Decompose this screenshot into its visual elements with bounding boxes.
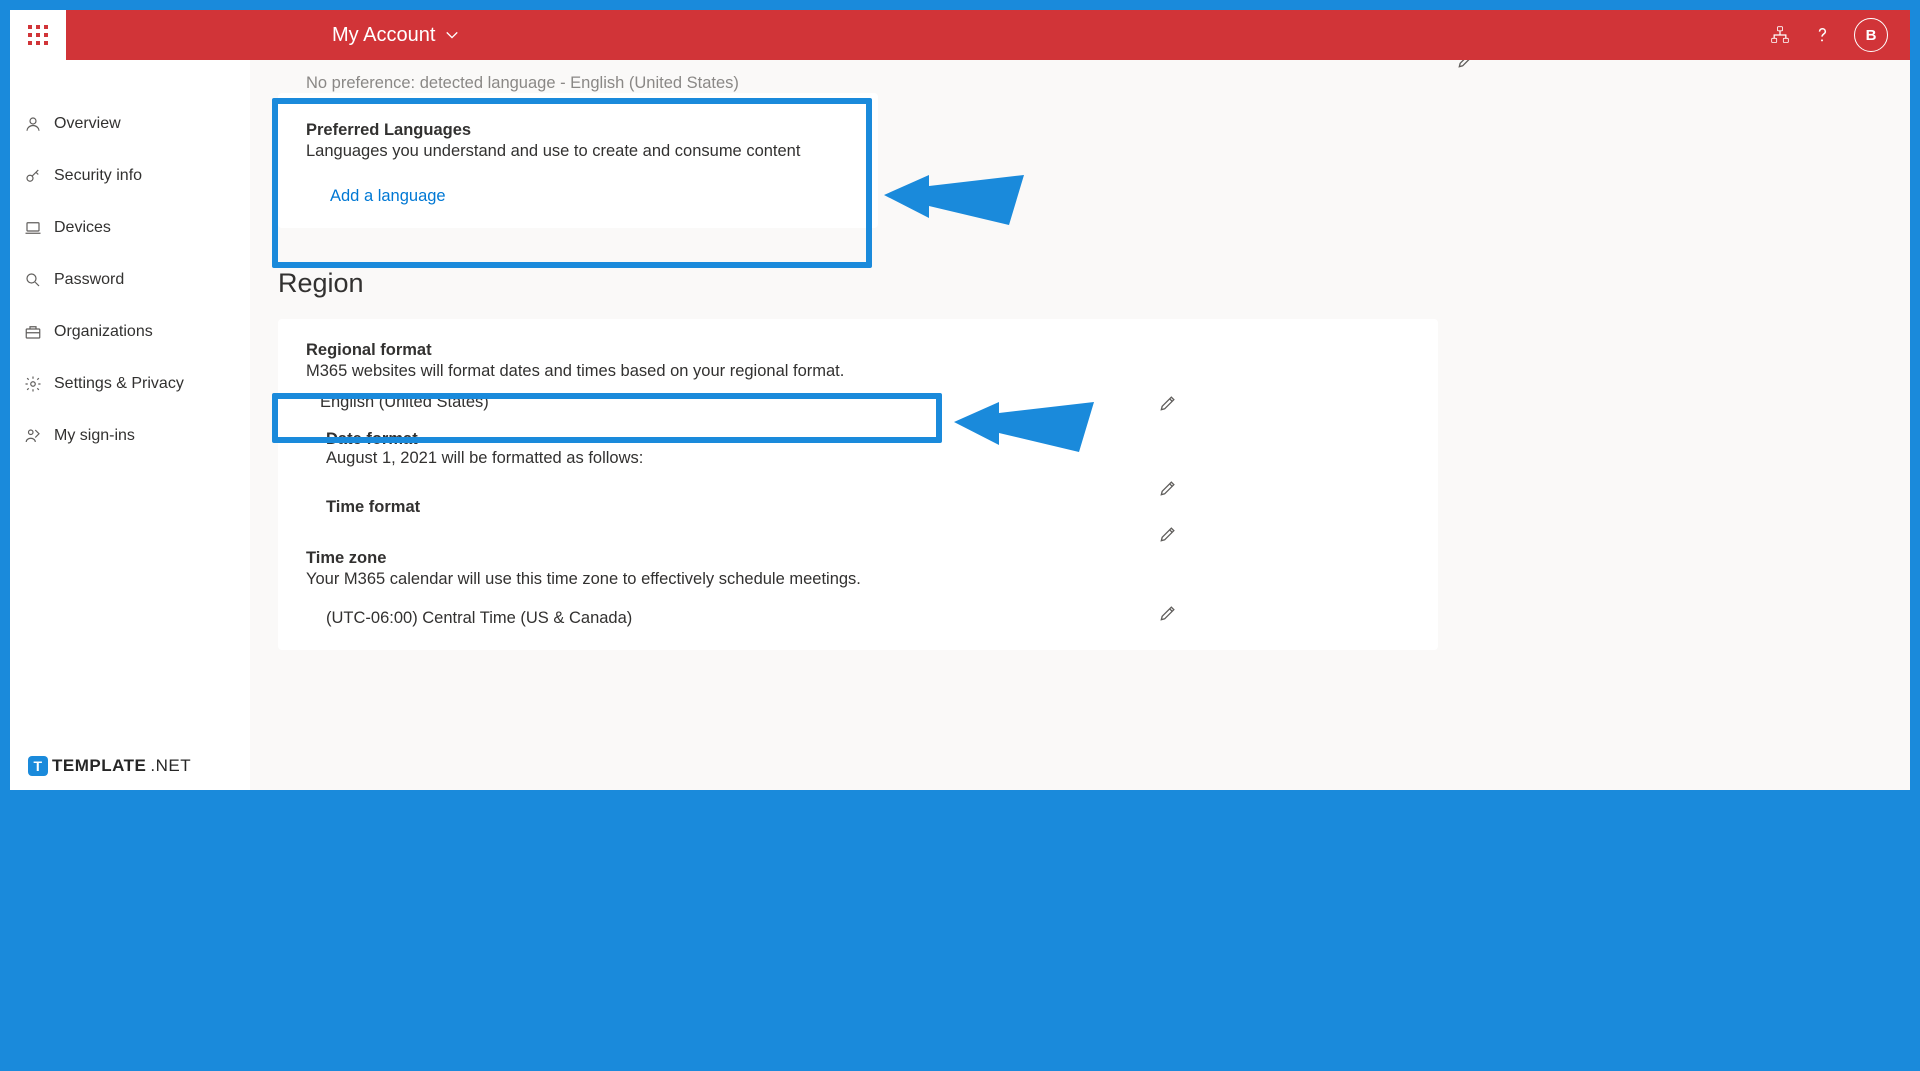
app-header: My Account B bbox=[10, 10, 1910, 60]
preferred-languages-title: Preferred Languages bbox=[306, 121, 850, 140]
nav-password[interactable]: Password bbox=[10, 254, 250, 306]
nav-label: Overview bbox=[54, 115, 121, 133]
regional-format-desc: M365 websites will format dates and time… bbox=[306, 362, 1410, 381]
preferred-languages-block: Preferred Languages Languages you unders… bbox=[278, 93, 878, 228]
regional-format-value-row: English (United States) bbox=[278, 381, 1438, 422]
add-language-link[interactable]: Add a language bbox=[330, 187, 446, 206]
briefcase-icon bbox=[24, 323, 42, 341]
nav-signins[interactable]: My sign-ins bbox=[10, 410, 250, 462]
avatar[interactable]: B bbox=[1854, 18, 1888, 52]
watermark-brand-suffix: .NET bbox=[150, 756, 191, 776]
key-icon bbox=[24, 167, 42, 185]
main-content: No preference: detected language - Engli… bbox=[250, 60, 1910, 790]
watermark: T TEMPLATE.NET bbox=[28, 756, 191, 776]
app-window: My Account B Overview Security info Devi… bbox=[10, 10, 1910, 790]
nav-label: Security info bbox=[54, 167, 142, 185]
date-format-desc: August 1, 2021 will be formatted as foll… bbox=[326, 449, 1410, 468]
time-zone-block: Time zone Your M365 calendar will use th… bbox=[278, 517, 1438, 628]
person-icon bbox=[24, 115, 42, 133]
nav-label: Organizations bbox=[54, 323, 153, 341]
time-zone-value: (UTC-06:00) Central Time (US & Canada) bbox=[326, 609, 1410, 628]
signin-icon bbox=[24, 427, 42, 445]
regional-format-value: English (United States) bbox=[320, 393, 489, 412]
time-format-title: Time format bbox=[326, 498, 1410, 517]
nav-label: Devices bbox=[54, 219, 111, 237]
annotation-arrow bbox=[884, 170, 1024, 245]
help-icon[interactable] bbox=[1812, 25, 1832, 45]
nav-devices[interactable]: Devices bbox=[10, 202, 250, 254]
header-actions: B bbox=[1748, 18, 1910, 52]
account-label: My Account bbox=[332, 24, 435, 47]
regional-format-block: Regional format M365 websites will forma… bbox=[278, 341, 1438, 381]
nav-organizations[interactable]: Organizations bbox=[10, 306, 250, 358]
no-preference-text: No preference: detected language - Engli… bbox=[306, 74, 739, 93]
org-chart-icon[interactable] bbox=[1770, 25, 1790, 45]
nav-security[interactable]: Security info bbox=[10, 150, 250, 202]
time-zone-desc: Your M365 calendar will use this time zo… bbox=[306, 570, 1410, 589]
nav-settings-privacy[interactable]: Settings & Privacy bbox=[10, 358, 250, 410]
region-card: Regional format M365 websites will forma… bbox=[278, 319, 1438, 650]
preferred-languages-desc: Languages you understand and use to crea… bbox=[306, 142, 850, 161]
account-dropdown[interactable]: My Account bbox=[316, 24, 475, 47]
time-zone-title: Time zone bbox=[306, 549, 1410, 568]
laptop-icon bbox=[24, 219, 42, 237]
chevron-down-icon bbox=[445, 28, 459, 42]
pencil-icon[interactable] bbox=[1456, 60, 1476, 70]
avatar-initial: B bbox=[1866, 27, 1877, 44]
search-key-icon bbox=[24, 271, 42, 289]
nav-overview[interactable]: Overview bbox=[10, 98, 250, 150]
nav-label: My sign-ins bbox=[54, 427, 135, 445]
pencil-icon[interactable] bbox=[1158, 603, 1178, 623]
time-format-block: Time format bbox=[278, 468, 1438, 517]
date-format-title: Date format bbox=[326, 430, 1410, 449]
region-section-title: Region bbox=[278, 268, 1882, 299]
gear-icon bbox=[24, 375, 42, 393]
watermark-brand: TEMPLATE bbox=[52, 756, 146, 776]
language-card-wrap: No preference: detected language - Engli… bbox=[278, 60, 1882, 228]
date-format-block: Date format August 1, 2021 will be forma… bbox=[278, 422, 1438, 468]
pencil-icon[interactable] bbox=[1158, 393, 1178, 413]
nav-label: Password bbox=[54, 271, 124, 289]
watermark-logo-icon: T bbox=[28, 756, 48, 776]
waffle-icon bbox=[28, 25, 48, 45]
app-launcher-button[interactable] bbox=[10, 10, 66, 63]
regional-format-title: Regional format bbox=[306, 341, 1410, 360]
left-nav: Overview Security info Devices Password … bbox=[10, 60, 250, 462]
nav-label: Settings & Privacy bbox=[54, 375, 184, 393]
no-preference-row: No preference: detected language - Engli… bbox=[278, 60, 1178, 93]
